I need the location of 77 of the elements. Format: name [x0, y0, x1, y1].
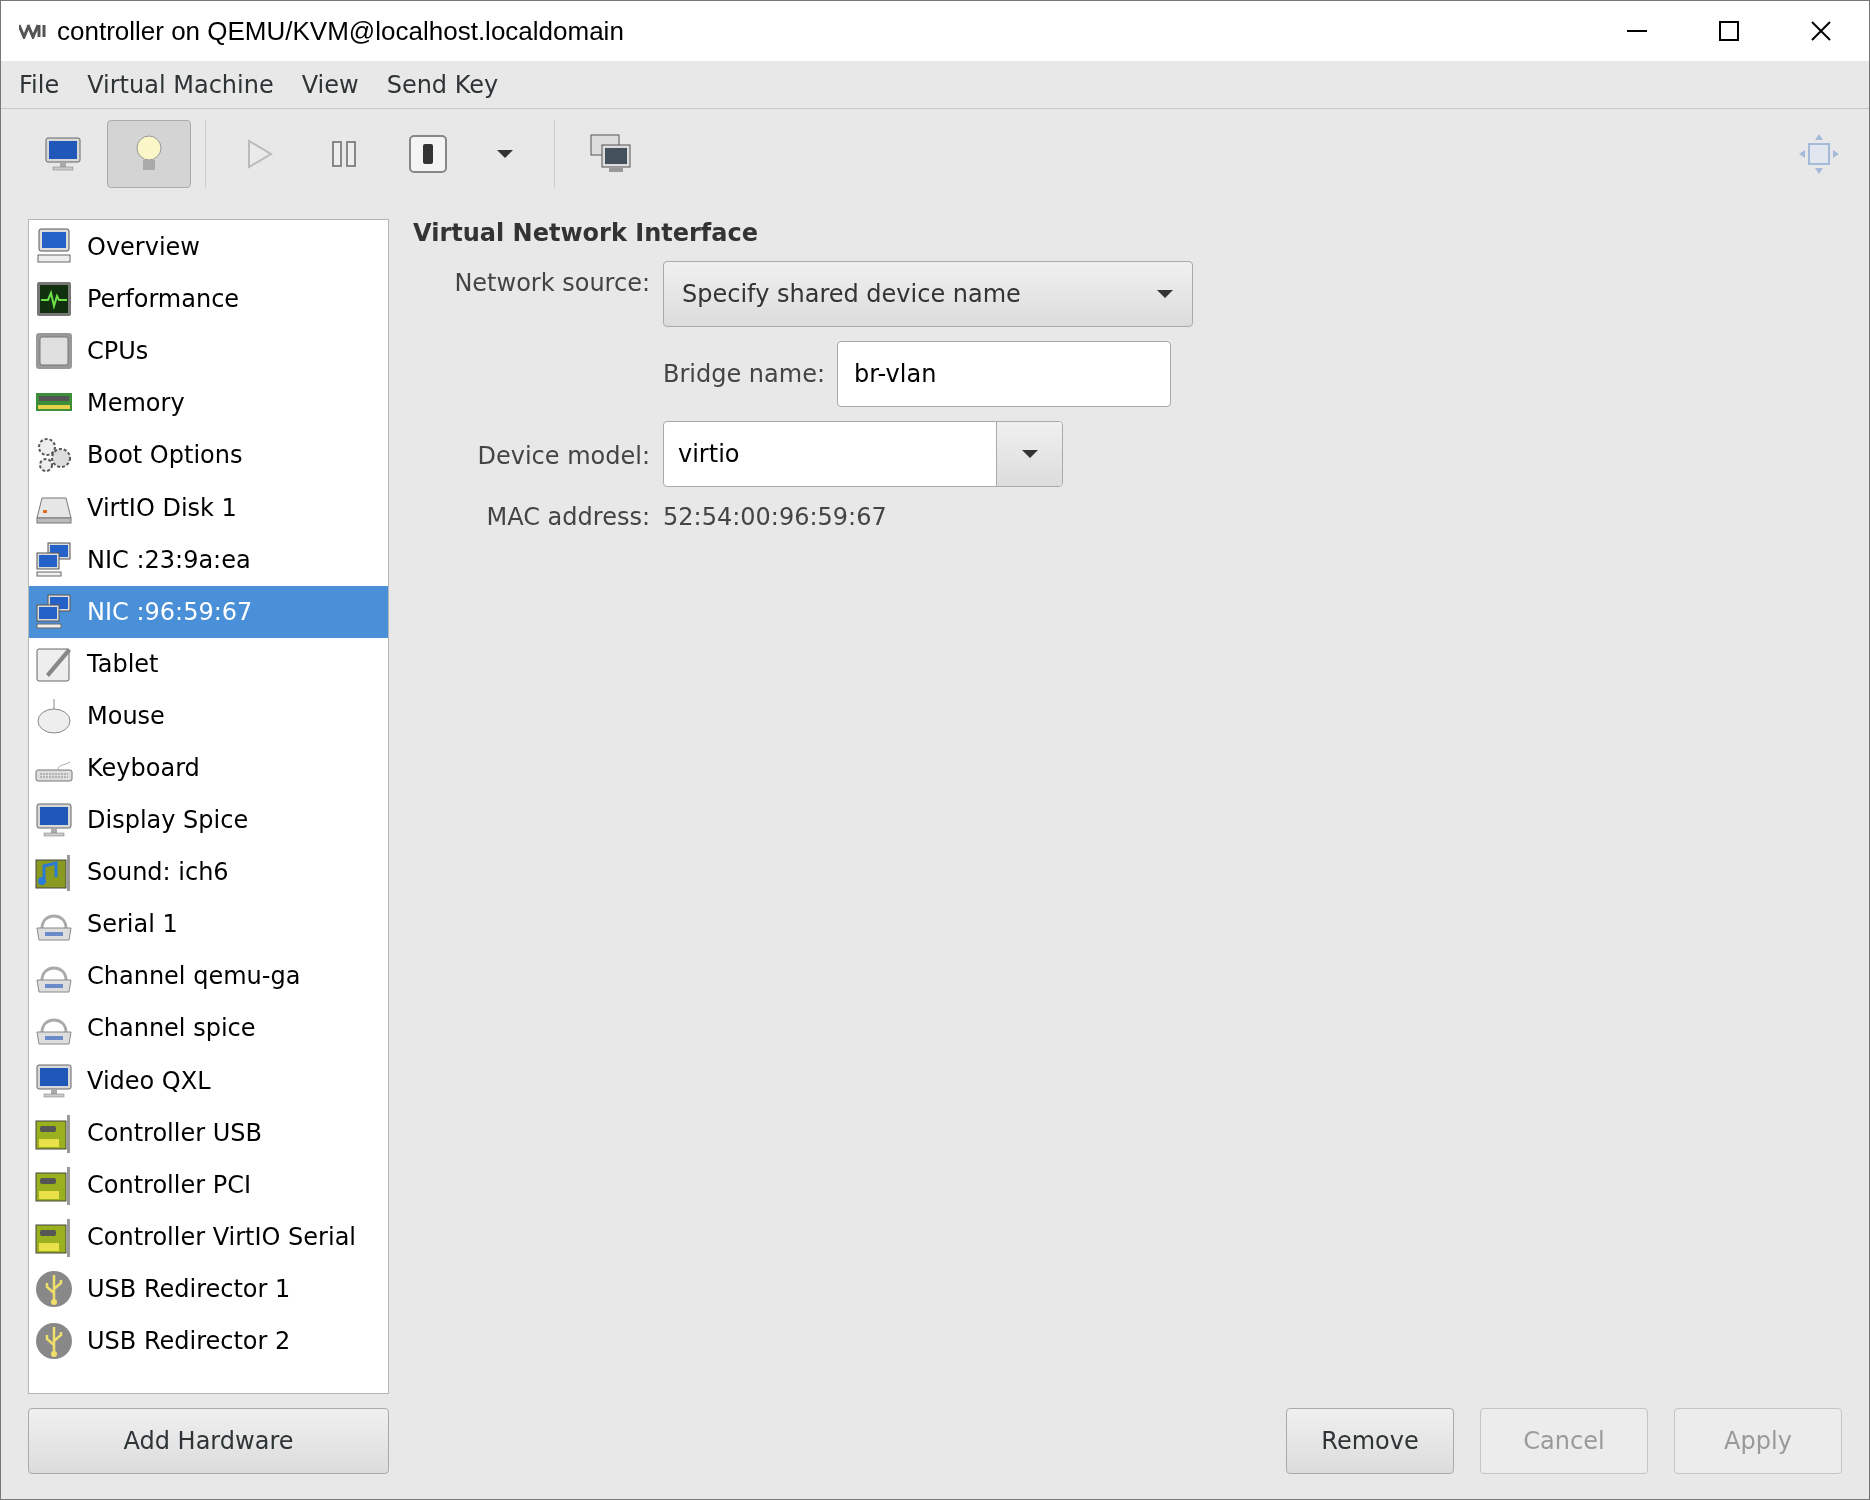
hardware-label: Controller VirtIO Serial — [87, 1221, 357, 1253]
device-model-combo[interactable]: virtio — [663, 421, 1063, 487]
network-computers-icon — [34, 591, 74, 632]
hardware-list-item[interactable]: Serial 1 — [29, 898, 388, 951]
hardware-label: Tablet — [87, 648, 159, 680]
app-logo-icon — [19, 23, 49, 39]
hardware-label: Controller PCI — [87, 1169, 251, 1201]
menu-item[interactable]: View — [289, 66, 371, 103]
window-title: controller on QEMU/KVM@localhost.localdomain — [57, 14, 624, 48]
section-heading: Virtual Network Interface — [413, 219, 759, 247]
hardware-list-item[interactable]: USB Redirector 2 — [29, 1314, 388, 1368]
hardware-label: USB Redirector 1 — [87, 1273, 291, 1305]
hardware-label: Video QXL — [87, 1065, 211, 1097]
minimize-icon — [1627, 30, 1647, 32]
hardware-label: NIC :23:9a:ea — [87, 544, 251, 576]
add-hardware-button[interactable]: Add Hardware — [28, 1408, 389, 1474]
mac-address-value: 52:54:00:96:59:67 — [663, 502, 888, 533]
pause-icon — [331, 140, 357, 168]
hardware-label: Serial 1 — [87, 909, 178, 941]
maximize-icon — [1719, 21, 1739, 41]
play-icon — [247, 139, 273, 169]
network-computers-icon — [34, 539, 74, 580]
hardware-label: USB Redirector 2 — [87, 1326, 291, 1357]
hardware-label: CPUs — [87, 336, 149, 368]
hardware-list-item[interactable]: CPUs — [29, 325, 388, 378]
hardware-label: Display Spice — [87, 805, 249, 837]
hardware-list-item[interactable]: Video QXL — [29, 1054, 388, 1107]
hardware-list-item[interactable]: Tablet — [29, 637, 388, 690]
hardware-list-item[interactable]: Display Spice — [29, 794, 388, 847]
chip-icon — [34, 331, 74, 372]
hardware-list-item[interactable]: Controller USB — [29, 1106, 388, 1159]
hardware-list-item[interactable]: Sound: ich6 — [29, 846, 388, 899]
caret-icon — [496, 149, 514, 159]
hardware-list-item[interactable]: NIC :23:9a:ea — [29, 533, 388, 586]
field-label: Bridge name: — [663, 359, 825, 390]
hardware-list-item[interactable]: Controller PCI — [29, 1158, 388, 1211]
hardware-label: Memory — [87, 388, 185, 420]
hardware-list-item[interactable]: Mouse — [29, 689, 388, 742]
hardware-list-item[interactable]: Controller VirtIO Serial — [29, 1210, 388, 1263]
hardware-list-item[interactable]: USB Redirector 1 — [29, 1262, 388, 1315]
dropdown-caret-icon — [1020, 449, 1039, 459]
hardware-list-item[interactable]: Keyboard — [29, 741, 388, 795]
field-label: MAC address: — [485, 502, 650, 533]
network-source-dropdown[interactable]: Specify shared device name — [663, 261, 1193, 327]
monitor-icon — [43, 134, 83, 174]
hardware-list-item[interactable]: Channel qemu-ga — [29, 950, 388, 1003]
bridge-name-field[interactable]: br-vlan — [837, 341, 1171, 407]
hardware-list-item[interactable]: Memory — [29, 377, 388, 430]
hardware-label: Mouse — [87, 700, 165, 732]
caret-icon — [1156, 289, 1174, 299]
hardware-list-item[interactable]: Channel spice — [29, 1002, 388, 1055]
hardware-label: Overview — [87, 232, 200, 264]
switch-icon — [408, 134, 448, 174]
menu-item[interactable]: Virtual Machine — [75, 66, 286, 103]
hardware-label: NIC :96:59:67 — [87, 596, 253, 628]
hardware-list-item[interactable]: Boot Options — [29, 429, 388, 482]
hardware-label: Keyboard — [87, 753, 200, 784]
hardware-label: Performance — [87, 284, 240, 316]
dialog-button[interactable]: Remove — [1286, 1408, 1454, 1474]
hardware-list-item[interactable]: VirtIO Disk 1 — [29, 481, 388, 534]
field-label: Network source: — [453, 268, 650, 299]
monitors-icon — [589, 133, 633, 175]
hardware-list-item[interactable]: Performance — [29, 273, 388, 326]
hardware-label: Boot Options — [87, 440, 243, 472]
hardware-label: Controller USB — [87, 1117, 262, 1149]
field-label: Device model: — [476, 441, 650, 472]
hardware-label: VirtIO Disk 1 — [87, 492, 237, 524]
move-arrows-icon — [1797, 132, 1841, 176]
menu-item[interactable]: File — [7, 66, 72, 103]
hardware-label: Sound: ich6 — [87, 857, 229, 889]
hardware-label: Channel spice — [87, 1013, 256, 1045]
menu-item[interactable]: Send Key — [374, 66, 511, 103]
usb-symbol-icon — [34, 1321, 74, 1361]
usb-symbol-icon — [34, 1268, 74, 1309]
close-icon — [1811, 21, 1831, 41]
hardware-label: Channel qemu-ga — [87, 961, 301, 993]
hardware-list-item[interactable]: Overview — [29, 221, 388, 274]
